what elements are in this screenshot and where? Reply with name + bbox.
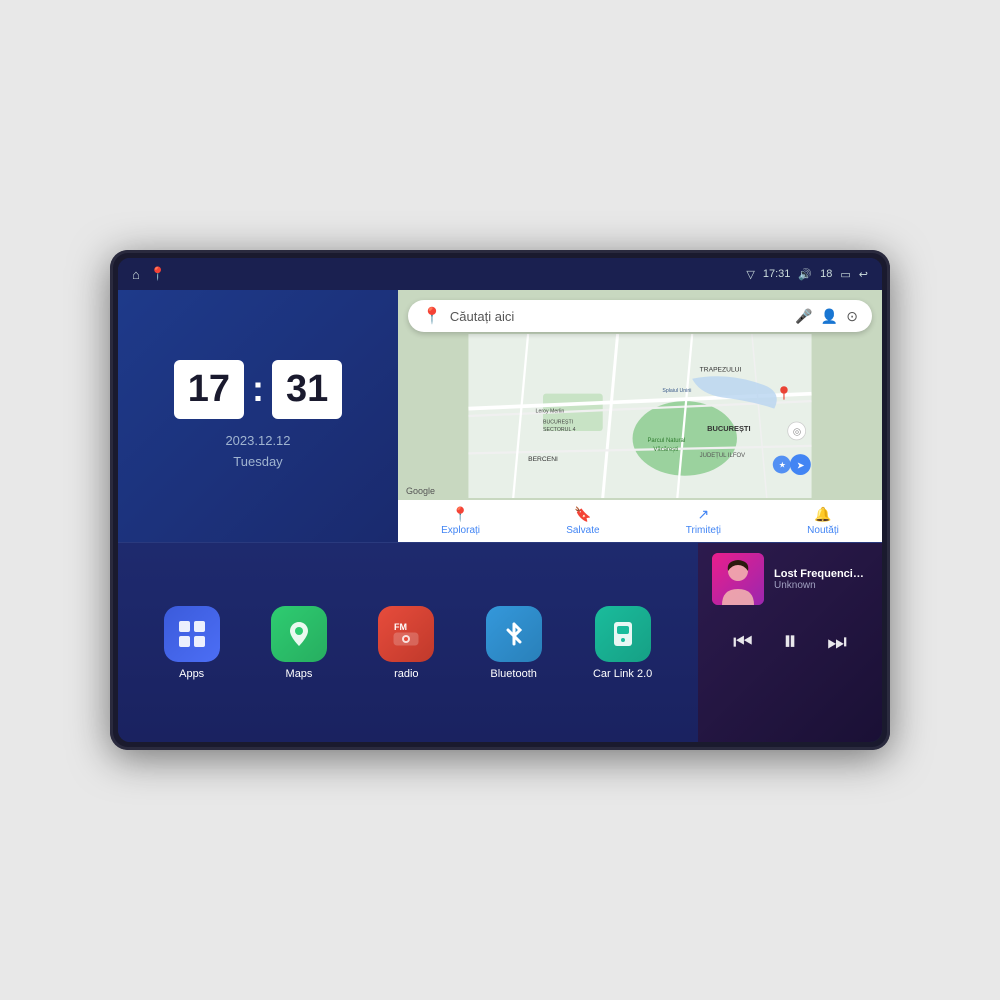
clock-display: 17 : 31 — [174, 360, 343, 419]
map-search-text[interactable]: Căutați aici — [450, 309, 787, 324]
app-item-bluetooth[interactable]: Bluetooth — [486, 606, 542, 680]
svg-text:Văcărești: Văcărești — [653, 447, 678, 453]
app-item-radio[interactable]: FM radio — [378, 606, 434, 680]
radio-icon: FM — [378, 606, 434, 662]
device: ⌂ 📍 ▽ 17:31 🔊 18 ▭ ↩ 17 : — [110, 250, 890, 750]
status-left-icons: ⌂ 📍 — [132, 266, 166, 282]
svg-text:BERCENI: BERCENI — [528, 456, 558, 463]
volume-level: 18 — [820, 268, 832, 280]
maps-label: Maps — [286, 668, 313, 680]
google-watermark: Google — [406, 486, 435, 496]
map-saved-button[interactable]: 🔖 Salvate — [566, 506, 599, 536]
svg-text:FM: FM — [394, 622, 407, 632]
map-search-bar[interactable]: 📍 Căutați aici 🎤 👤 ⊙ — [408, 300, 872, 332]
map-pin-icon: 📍 — [422, 306, 442, 326]
music-details: Lost Frequencies_Janieck Devy-... Unknow… — [774, 568, 868, 591]
carlink-label: Car Link 2.0 — [593, 668, 652, 680]
music-artist: Unknown — [774, 580, 868, 591]
svg-text:BUCUREȘTI: BUCUREȘTI — [543, 420, 573, 426]
svg-text:TRAPEZULUI: TRAPEZULUI — [700, 366, 742, 373]
carlink-icon — [595, 606, 651, 662]
prev-button[interactable]: ⏮ — [733, 629, 753, 655]
clock-minute: 31 — [272, 360, 342, 419]
app-item-maps[interactable]: Maps — [271, 606, 327, 680]
apps-label: Apps — [179, 668, 204, 680]
map-search-icons: 🎤 👤 ⊙ — [795, 308, 858, 325]
bluetooth-icon — [486, 606, 542, 662]
share-icon: ↗ — [697, 506, 709, 523]
maps-icon — [271, 606, 327, 662]
back-icon[interactable]: ↩ — [859, 268, 868, 281]
signal-icon: ▽ — [746, 268, 754, 281]
radio-label: radio — [394, 668, 418, 680]
home-icon[interactable]: ⌂ — [132, 267, 140, 282]
maps-nav-icon[interactable]: 📍 — [150, 266, 166, 282]
clock-colon: : — [252, 368, 264, 410]
next-button[interactable]: ⏭ — [827, 629, 847, 655]
apps-panel: Apps Maps — [118, 543, 698, 742]
svg-text:◎: ◎ — [793, 427, 802, 438]
status-right-info: ▽ 17:31 🔊 18 ▭ ↩ — [746, 268, 868, 281]
music-title: Lost Frequencies_Janieck Devy-... — [774, 568, 868, 580]
saved-icon: 🔖 — [574, 506, 591, 523]
mic-icon[interactable]: 🎤 — [795, 308, 812, 325]
map-news-button[interactable]: 🔔 Noutăți — [807, 506, 839, 536]
apps-icon — [164, 606, 220, 662]
clock-hour: 17 — [174, 360, 244, 419]
map-container: TRAPEZULUI BUCUREȘTI JUDEȚUL ILFOV BERCE… — [398, 334, 882, 498]
battery-icon: ▭ — [840, 268, 850, 281]
share-label: Trimiteți — [686, 525, 721, 536]
music-info: Lost Frequencies_Janieck Devy-... Unknow… — [698, 543, 882, 615]
app-item-apps[interactable]: Apps — [164, 606, 220, 680]
svg-text:Leroy Merlin: Leroy Merlin — [536, 408, 565, 414]
svg-text:Splaiul Unirii: Splaiul Unirii — [662, 388, 691, 394]
svg-text:JUDEȚUL ILFOV: JUDEȚUL ILFOV — [700, 453, 745, 459]
news-icon: 🔔 — [814, 506, 831, 523]
app-item-carlink[interactable]: Car Link 2.0 — [593, 606, 652, 680]
news-label: Noutăți — [807, 525, 839, 536]
saved-label: Salvate — [566, 525, 599, 536]
explore-label: Explorați — [441, 525, 480, 536]
svg-text:SECTORUL 4: SECTORUL 4 — [543, 427, 576, 433]
map-share-button[interactable]: ↗ Trimiteți — [686, 506, 721, 536]
main-area: 17 : 31 2023.12.12 Tuesday 📍 Căutați aic… — [118, 290, 882, 742]
album-art — [712, 553, 764, 605]
clock-panel: 17 : 31 2023.12.12 Tuesday — [118, 290, 398, 542]
explore-icon: 📍 — [452, 506, 469, 523]
volume-icon: 🔊 — [798, 268, 812, 281]
svg-text:➤: ➤ — [797, 460, 805, 471]
map-explore-button[interactable]: 📍 Explorați — [441, 506, 480, 536]
bottom-section: Apps Maps — [118, 543, 882, 742]
status-bar: ⌂ 📍 ▽ 17:31 🔊 18 ▭ ↩ — [118, 258, 882, 290]
music-controls: ⏮ ⏸ ⏭ — [698, 615, 882, 672]
bluetooth-label: Bluetooth — [490, 668, 536, 680]
svg-text:BUCUREȘTI: BUCUREȘTI — [707, 424, 750, 433]
account-icon[interactable]: 👤 — [821, 308, 838, 325]
map-panel[interactable]: 📍 Căutați aici 🎤 👤 ⊙ — [398, 290, 882, 542]
status-time: 17:31 — [763, 268, 791, 280]
layers-icon[interactable]: ⊙ — [846, 308, 858, 325]
screen: ⌂ 📍 ▽ 17:31 🔊 18 ▭ ↩ 17 : — [118, 258, 882, 742]
music-panel: Lost Frequencies_Janieck Devy-... Unknow… — [698, 543, 882, 742]
svg-text:★: ★ — [779, 461, 786, 470]
top-section: 17 : 31 2023.12.12 Tuesday 📍 Căutați aic… — [118, 290, 882, 543]
map-bottom-bar: 📍 Explorați 🔖 Salvate ↗ Trimiteți 🔔 — [398, 500, 882, 542]
svg-text:Parcul Natural: Parcul Natural — [647, 438, 685, 444]
clock-date: 2023.12.12 Tuesday — [225, 431, 290, 473]
play-pause-button[interactable]: ⏸ — [783, 625, 797, 658]
